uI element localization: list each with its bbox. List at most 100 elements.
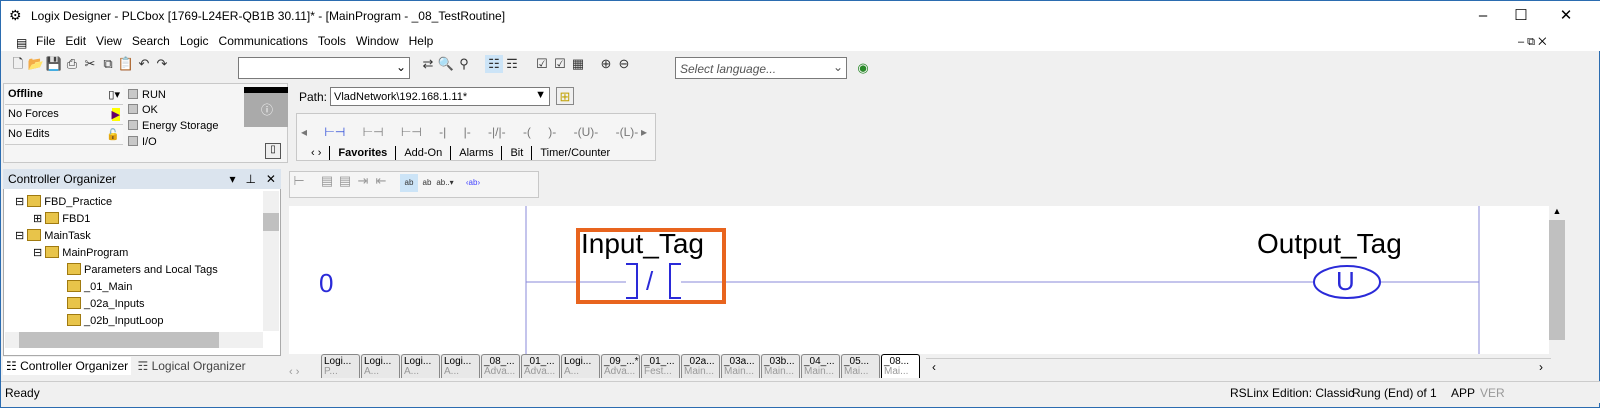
organizer-title: Controller Organizer <box>8 172 117 186</box>
menu-file[interactable]: File <box>31 31 60 51</box>
ladder-editor[interactable]: 0 Input_Tag / Output_Tag U <box>289 206 1549 354</box>
tab-logical-organizer[interactable]: ☶ Logical Organizer <box>134 357 248 375</box>
routine-tab[interactable]: _03a... Main... <box>721 354 760 378</box>
import-icon[interactable]: ⇥ <box>354 172 372 190</box>
tab-alarms[interactable]: Alarms <box>450 146 501 160</box>
mdi-controls[interactable]: – ⧉ ✕ <box>1513 33 1551 52</box>
tree-item[interactable]: ⊞ FBD1 <box>33 212 90 225</box>
path-combo[interactable]: VladNetwork\192.168.1.11* ▼ <box>330 87 550 106</box>
tab-controller-organizer[interactable]: ☷ Controller Organizer <box>3 357 132 375</box>
undo-icon[interactable]: ↶ <box>135 55 153 73</box>
tab-add-on[interactable]: Add-On <box>395 146 450 160</box>
edit-rung-icon[interactable]: ▤ <box>318 172 336 190</box>
accept-rung-icon[interactable]: ▤ <box>336 172 354 190</box>
routine-tab[interactable]: _03b... Main... <box>761 354 800 378</box>
forces-icon: ▶ <box>111 108 120 121</box>
tab-scroll[interactable]: ‹ › <box>303 146 329 160</box>
routine-tab[interactable]: _04_... Main... <box>801 354 840 378</box>
routine-tab[interactable]: _05... Mai... <box>841 354 880 378</box>
routine-tab[interactable]: _08... Mai... <box>881 354 920 378</box>
menu-edit[interactable]: Edit <box>60 31 91 51</box>
tree-view-icon[interactable]: ☷ <box>485 55 503 73</box>
save-icon[interactable]: 💾 <box>45 55 63 73</box>
menu-view[interactable]: View <box>91 31 127 51</box>
rung-tool-icon[interactable]: ⊢ <box>290 172 308 190</box>
menu-search[interactable]: Search <box>127 31 175 51</box>
scroll-right-icon[interactable]: ▸ <box>641 125 647 139</box>
mode-status[interactable]: Offline ▯▾ <box>5 85 123 105</box>
tree-item[interactable]: ⊟ FBD_Practice <box>15 195 112 208</box>
routine-tab[interactable]: Logi... A... <box>401 354 440 378</box>
minimize-button[interactable]: – <box>1463 5 1503 27</box>
routine-tab[interactable]: Logi... A... <box>441 354 480 378</box>
search-combo[interactable]: ⌄ <box>238 57 410 79</box>
maximize-button[interactable]: ☐ <box>1501 5 1541 27</box>
verify-all-icon[interactable]: ☑ <box>551 55 569 73</box>
ladder-vscrollbar[interactable]: ▲ <box>1549 206 1565 354</box>
edits-status[interactable]: No Edits 🔓 <box>5 125 123 145</box>
menu-help[interactable]: Help <box>404 31 439 51</box>
tab-scroll-arrows[interactable]: ‹ › <box>289 366 321 378</box>
export-icon[interactable]: ⇤ <box>372 172 390 190</box>
browse-icon[interactable]: ⇄ <box>419 55 437 73</box>
tab-timer-counter[interactable]: Timer/Counter <box>531 146 618 160</box>
tree-item[interactable]: ⊟ MainTask <box>15 229 91 242</box>
tab-favorites[interactable]: Favorites <box>329 146 395 160</box>
routine-tab[interactable]: _09_...* Adva... <box>601 354 640 378</box>
organizer-scrollbar[interactable] <box>263 191 279 331</box>
truncate-icon[interactable]: ab..▾ <box>436 174 454 192</box>
tree-item[interactable]: _02b_InputLoop <box>67 314 164 327</box>
language-select[interactable]: Select language... ⌄ <box>675 57 847 79</box>
wrap-icon[interactable]: ab <box>418 174 436 192</box>
menu-window[interactable]: Window <box>351 31 404 51</box>
tree-item[interactable]: _02a_Inputs <box>67 297 145 310</box>
close-button[interactable]: ✕ <box>1546 5 1586 27</box>
open-icon[interactable]: 📂 <box>27 55 45 73</box>
redo-icon[interactable]: ↷ <box>153 55 171 73</box>
routine-tab[interactable]: _02a... Main... <box>681 354 720 378</box>
program-icon <box>45 246 60 258</box>
find-icon[interactable]: 🔍 <box>437 55 455 73</box>
routine-tab[interactable]: _01_... Fest... <box>641 354 680 378</box>
find-replace-icon[interactable]: ⚲ <box>455 55 473 73</box>
new-icon[interactable]: 🗋 <box>9 55 27 73</box>
tree-item[interactable]: ⊟ MainProgram <box>33 246 128 259</box>
ladder-hscrollbar[interactable]: ‹ › <box>926 358 1551 376</box>
xio-symbol: / <box>646 266 654 296</box>
forces-status[interactable]: No Forces ▶ <box>5 105 123 125</box>
tag-description-icon[interactable]: ab <box>400 174 418 192</box>
menu-communications[interactable]: Communications <box>214 31 313 51</box>
routine-tab-program: A... <box>444 366 460 377</box>
input-tag-label[interactable]: Input_Tag <box>581 228 704 260</box>
tree-item[interactable]: Parameters and Local Tags <box>67 263 218 276</box>
routine-tab[interactable]: Logi... A... <box>361 354 400 378</box>
verify-icon[interactable]: ☑ <box>533 55 551 73</box>
zoom-in-icon[interactable]: ⊕ <box>597 55 615 73</box>
properties-icon[interactable]: ▦ <box>569 55 587 73</box>
cut-icon[interactable]: ✂ <box>81 55 99 73</box>
controller-properties-button[interactable]: ▯ <box>265 143 281 159</box>
routine-tab[interactable]: Logi... P... <box>321 354 360 378</box>
globe-icon[interactable]: ◉ <box>854 59 872 77</box>
print-icon[interactable]: ⎙ <box>63 55 81 73</box>
comment-icon[interactable]: ‹ab› <box>464 174 482 192</box>
routine-tab[interactable]: _01_... Adva... <box>521 354 560 378</box>
tree-item[interactable]: _01_Main <box>67 280 132 293</box>
routine-icon <box>67 280 81 292</box>
routine-tab[interactable]: _08_... Adva... <box>481 354 520 378</box>
zoom-out-icon[interactable]: ⊖ <box>615 55 633 73</box>
logical-view-icon[interactable]: ☶ <box>503 55 521 73</box>
routine-tab[interactable]: Logi... A... <box>561 354 600 378</box>
network-icon[interactable]: ⊞ <box>556 87 574 105</box>
instruction-buttons[interactable]: ◂ ⊢⊣ ⊢⊣ ⊢⊣ -| |- -|/|- -( )- -(U)- -(L)- <box>301 125 638 139</box>
menu-tools[interactable]: Tools <box>313 31 351 51</box>
paste-icon[interactable]: 📋 <box>117 55 135 73</box>
output-tag-label[interactable]: Output_Tag <box>1257 228 1402 260</box>
tab-bit[interactable]: Bit <box>501 146 531 160</box>
ladder-toolbar: ⊢ ▤ ▤ ⇥ ⇤ ab ab ab..▾ ‹ab› <box>289 171 539 198</box>
menu-logic[interactable]: Logic <box>175 31 214 51</box>
copy-icon[interactable]: ⧉ <box>99 55 117 73</box>
doc-icon: ▤ <box>16 36 28 50</box>
organizer-hscrollbar[interactable] <box>5 332 263 348</box>
organizer-controls[interactable]: ▾ ⊥ ✕ <box>229 172 276 186</box>
